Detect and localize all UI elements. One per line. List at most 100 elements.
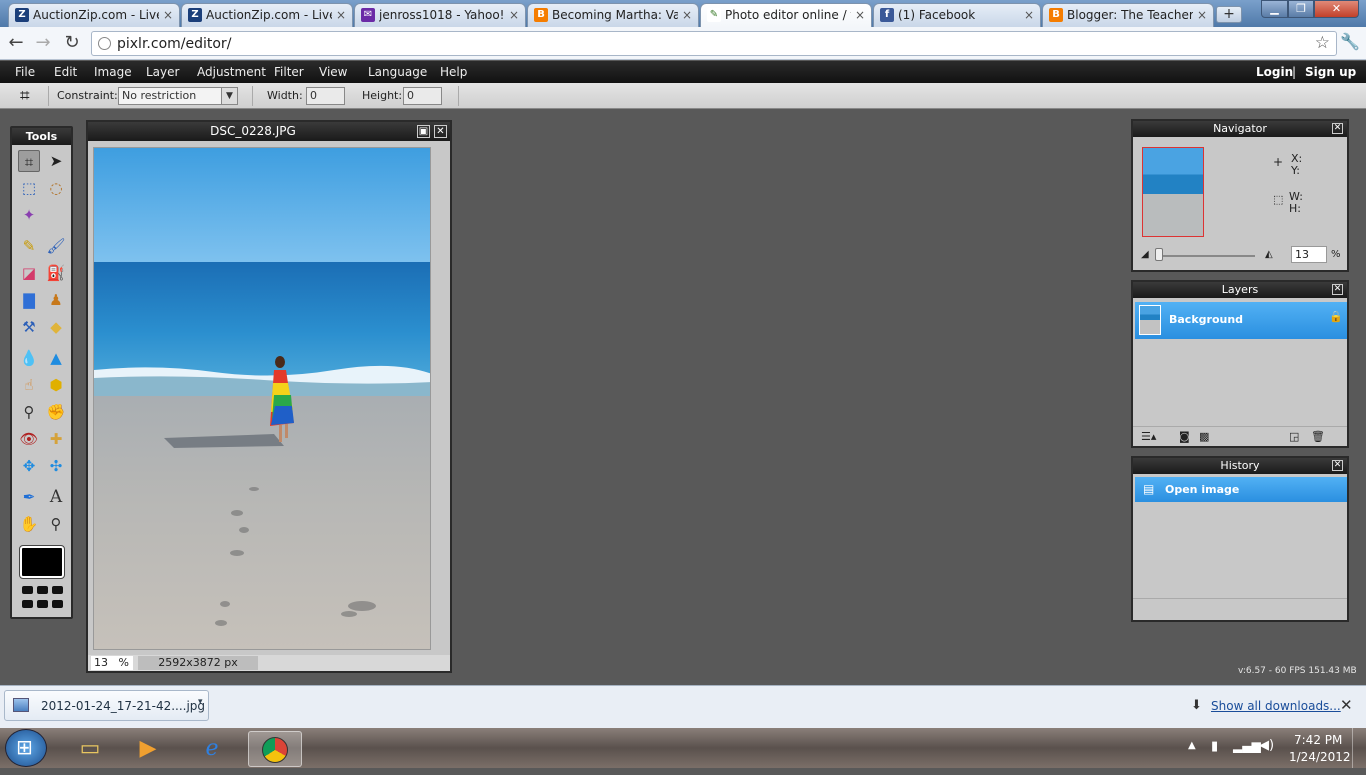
spot-heal-icon[interactable]: ✚	[45, 428, 67, 450]
navigator-zoom-field[interactable]: 13	[1291, 246, 1327, 263]
signup-link[interactable]: Sign up	[1305, 65, 1356, 79]
view-grid-icon[interactable]	[37, 586, 48, 594]
delete-layer-icon[interactable]: 🗑	[1311, 430, 1325, 443]
zoom-field[interactable]: 13 %	[91, 656, 133, 670]
layer-settings-icon[interactable]: ☰▴	[1141, 430, 1156, 443]
internet-explorer-icon[interactable]: e	[186, 731, 238, 767]
close-icon[interactable]: ✕	[1340, 696, 1353, 714]
download-item[interactable]: 2012-01-24_17-21-42....jpg ▾	[4, 690, 209, 721]
close-tab-icon[interactable]: ×	[1197, 4, 1207, 26]
crop-icon[interactable]: ⌗	[18, 150, 40, 172]
layer-row[interactable]: Background 🔒	[1135, 302, 1347, 339]
show-hidden-icons-icon[interactable]: ▲	[1188, 740, 1196, 751]
close-tab-icon[interactable]: ×	[682, 4, 692, 26]
browser-tab-active[interactable]: ✎ Photo editor online / fr ×	[700, 3, 872, 28]
dodge-icon[interactable]: ⚲	[18, 401, 40, 423]
menu-filter[interactable]: Filter	[274, 65, 304, 79]
brush-icon[interactable]: 🖌	[45, 235, 67, 257]
zoom-slider-track[interactable]	[1155, 255, 1255, 257]
close-tab-icon[interactable]: ×	[855, 4, 865, 26]
menu-adjustment[interactable]: Adjustment	[197, 65, 266, 79]
close-icon[interactable]: ✕	[1332, 123, 1343, 134]
pencil-icon[interactable]: ✎	[18, 235, 40, 257]
sharpen-icon[interactable]: ▲	[45, 347, 67, 369]
sponge-icon[interactable]: ⬢	[45, 374, 67, 396]
history-title-bar[interactable]: History ✕	[1133, 458, 1347, 474]
battery-icon[interactable]: ▮	[1211, 739, 1218, 754]
layers-title-bar[interactable]: Layers ✕	[1133, 282, 1347, 298]
foreground-color-swatch[interactable]	[19, 545, 65, 579]
close-icon[interactable]: ✕	[1332, 460, 1343, 471]
new-tab-button[interactable]: +	[1216, 6, 1242, 23]
network-icon[interactable]: ▂▄▆	[1233, 739, 1261, 753]
drawing-icon[interactable]: ◆	[45, 316, 67, 338]
volume-icon[interactable]: ◀)	[1259, 738, 1274, 753]
view-grid-icon[interactable]	[37, 600, 48, 608]
paint-bucket-icon[interactable]: ⛽	[45, 262, 67, 284]
login-link[interactable]: Login	[1256, 65, 1293, 79]
history-row[interactable]: ▤ Open image	[1135, 477, 1347, 502]
view-grid-icon[interactable]	[22, 600, 33, 608]
smudge-icon[interactable]: ☝	[18, 374, 40, 396]
forward-icon[interactable]: →	[32, 32, 54, 54]
zoom-out-icon[interactable]: ◢	[1141, 249, 1149, 260]
move-icon[interactable]: ➤	[45, 150, 67, 172]
browser-tab[interactable]: B Blogger: The Teachers' ×	[1042, 3, 1214, 27]
close-tab-icon[interactable]: ×	[1024, 4, 1034, 26]
clone-stamp-icon[interactable]: ♟	[45, 289, 67, 311]
close-window-icon[interactable]: ✕	[1314, 0, 1359, 18]
clock-date[interactable]: 1/24/2012	[1289, 750, 1351, 764]
maximize-icon[interactable]: ❐	[1288, 0, 1314, 18]
browser-tab[interactable]: ✉ jenross1018 - Yahoo! M ×	[354, 3, 526, 27]
reload-icon[interactable]: ↻	[61, 32, 83, 54]
menu-help[interactable]: Help	[440, 65, 467, 79]
chevron-down-icon[interactable]: ▾	[198, 697, 203, 707]
eraser-icon[interactable]: ◪	[18, 262, 40, 284]
image-window-titlebar[interactable]: DSC_0228.JPG ▣ ✕	[88, 122, 450, 141]
view-grid-icon[interactable]	[52, 600, 63, 608]
bookmark-star-icon[interactable]: ☆	[1315, 33, 1330, 53]
burn-icon[interactable]: ✊	[45, 401, 67, 423]
back-icon[interactable]: ←	[5, 32, 27, 54]
blur-icon[interactable]: 💧	[18, 347, 40, 369]
marquee-icon[interactable]: ⬚	[18, 177, 40, 199]
clock-time[interactable]: 7:42 PM	[1294, 733, 1342, 747]
layer-mask-icon[interactable]: ◙	[1179, 430, 1190, 443]
close-tab-icon[interactable]: ×	[163, 4, 173, 26]
type-icon[interactable]: A	[45, 486, 67, 508]
menu-layer[interactable]: Layer	[146, 65, 179, 79]
file-explorer-icon[interactable]: ▭	[64, 731, 116, 767]
hand-icon[interactable]: ✋	[18, 513, 40, 535]
close-icon[interactable]: ✕	[1332, 284, 1343, 295]
browser-tab[interactable]: Z AuctionZip.com - Live ×	[181, 3, 353, 27]
navigator-title-bar[interactable]: Navigator ✕	[1133, 121, 1347, 137]
show-all-downloads-link[interactable]: Show all downloads...	[1211, 699, 1341, 713]
url-field[interactable]: pixlr.com/editor/ ☆	[91, 31, 1337, 56]
minimize-icon[interactable]: ▁	[1261, 0, 1288, 18]
menu-language[interactable]: Language	[368, 65, 427, 79]
browser-tab[interactable]: Z AuctionZip.com - Live ×	[8, 3, 180, 27]
close-tab-icon[interactable]: ×	[509, 4, 519, 26]
zoom-in-icon[interactable]: ◭	[1265, 249, 1273, 260]
show-desktop-button[interactable]	[1352, 728, 1366, 768]
navigator-thumbnail[interactable]	[1142, 147, 1204, 237]
lasso-icon[interactable]: ◌	[45, 177, 67, 199]
view-grid-icon[interactable]	[22, 586, 33, 594]
gradient-icon[interactable]: ▇	[18, 289, 40, 311]
color-replace-icon[interactable]: ⚒	[18, 316, 40, 338]
close-tab-icon[interactable]: ×	[336, 4, 346, 26]
bloat-icon[interactable]: ✥	[18, 455, 40, 477]
pinch-icon[interactable]: ✣	[45, 455, 67, 477]
height-field[interactable]: 0	[403, 87, 442, 105]
menu-view[interactable]: View	[319, 65, 347, 79]
wand-icon[interactable]: ✦	[18, 204, 40, 226]
red-eye-icon[interactable]: 👁	[18, 428, 40, 450]
new-layer-icon[interactable]: ◲	[1289, 430, 1299, 443]
maximize-icon[interactable]: ▣	[417, 125, 430, 138]
media-player-icon[interactable]: ▶	[122, 731, 174, 767]
zoom-slider-handle[interactable]	[1155, 248, 1163, 261]
view-grid-icon[interactable]	[52, 586, 63, 594]
menu-image[interactable]: Image	[94, 65, 132, 79]
photo-canvas[interactable]	[93, 147, 431, 650]
menu-file[interactable]: File	[15, 65, 35, 79]
